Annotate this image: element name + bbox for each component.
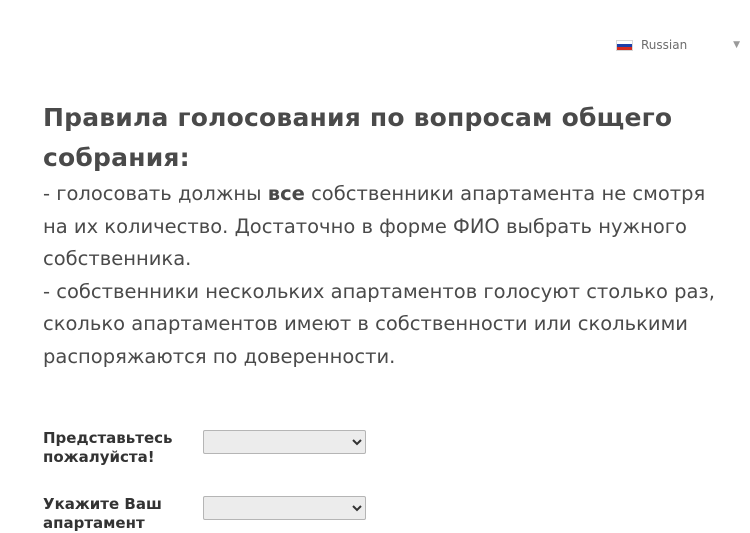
language-switcher[interactable]: Russian ▼ [616,36,740,54]
rule-item-1: - голосовать должны все собственники апа… [43,178,733,276]
name-label: Представьтесь пожалуйста! [43,429,173,466]
russian-flag-icon [616,39,633,51]
flag-stripe-red [617,46,632,50]
chevron-down-icon: ▼ [733,40,740,50]
form-row-name: Представьтесь пожалуйста! [43,429,366,467]
language-label: Russian [641,38,688,52]
rule-1-prefix: - голосовать должны [43,182,268,205]
apartment-select[interactable] [203,496,366,520]
owner-name-select[interactable] [203,430,366,454]
rule-item-2: - собственники нескольких апартаментов г… [43,279,715,368]
page-title: Правила голосования по вопросам общего с… [43,103,673,172]
rule-1-emphasis: все [267,182,305,205]
apartment-label: Укажите Ваш апартамент [43,495,162,532]
form-row-apartment: Укажите Ваш апартамент [43,495,366,533]
voting-rules: Правила голосования по вопросам общего с… [43,98,733,373]
